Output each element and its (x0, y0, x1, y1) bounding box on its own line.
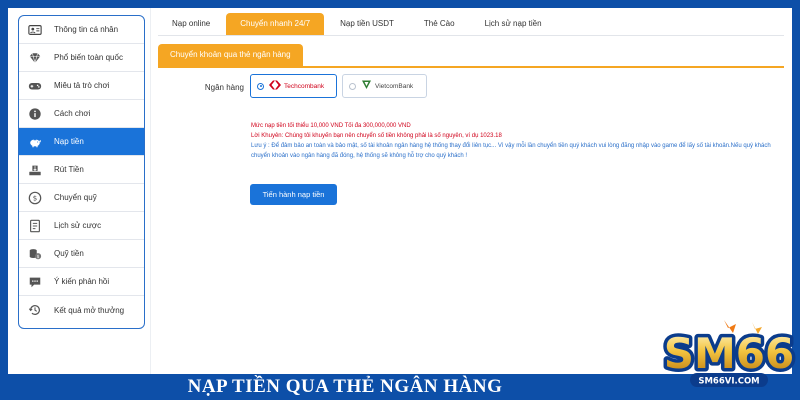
sidebar-item-deposit[interactable]: Nạp tiền (19, 128, 144, 156)
radio-unselected[interactable] (349, 82, 356, 90)
bank-option-techcombank[interactable]: Techcombank (250, 74, 337, 98)
sidebar-item-label: Cách chơi (54, 109, 91, 118)
sidebar-item-bet-history[interactable]: Lịch sử cược (19, 212, 144, 240)
bank-name: VietcomBank (375, 82, 414, 90)
sidebar-item-label: Nạp tiền (54, 137, 84, 146)
logo-url: SM66VI.COM (698, 377, 759, 387)
sidebar: Thông tin cá nhân Phổ biến toàn quốc Miê… (18, 15, 145, 329)
user-card-icon (28, 23, 42, 37)
submit-deposit-button[interactable]: Tiến hành nạp tiền (250, 184, 337, 205)
deposit-advice-text: Lời Khuyên: Chúng tôi khuyến bạn nên chu… (251, 133, 502, 139)
sidebar-item-label: Lịch sử cược (54, 221, 102, 230)
sidebar-item-withdraw[interactable]: Rút Tiền (19, 156, 144, 184)
piggy-bank-icon (28, 135, 42, 149)
section-underline (158, 66, 784, 68)
sidebar-item-label: Rút Tiền (54, 165, 84, 174)
bank-field-label: Ngân hàng (204, 83, 244, 92)
bank-name: Techcombank (284, 82, 325, 90)
transfer-icon: $ (28, 191, 42, 205)
tab-fast-transfer[interactable]: Chuyển nhanh 24/7 (226, 13, 325, 35)
info-icon (28, 107, 42, 121)
section-title: Chuyển khoản qua thẻ ngân hàng (158, 44, 303, 66)
techcombank-logo-icon (269, 77, 281, 95)
page-caption: NẠP TIỀN QUA THẺ NGÂN HÀNG (187, 376, 503, 397)
clock-history-icon (28, 303, 42, 317)
svg-text:$: $ (33, 194, 37, 202)
diamond-icon (28, 51, 42, 65)
sidebar-item-label: Phổ biến toàn quốc (54, 53, 123, 62)
gamepad-icon (28, 79, 42, 93)
sidebar-item-results[interactable]: Kết quả mở thưởng (19, 296, 144, 324)
brand-logo: SM66 SM66 SM66VI.COM (660, 318, 798, 396)
sidebar-item-promotion[interactable]: Phổ biến toàn quốc (19, 44, 144, 72)
sidebar-item-label: Chuyển quỹ (54, 193, 97, 202)
sidebar-item-label: Thông tin cá nhân (54, 25, 119, 34)
sidebar-item-how-to-play[interactable]: Cách chơi (19, 100, 144, 128)
bank-option-vietcombank[interactable]: VietcomBank (342, 74, 427, 98)
tab-usdt-deposit[interactable]: Nạp tiền USDT (326, 13, 408, 35)
sidebar-item-feedback[interactable]: Ý kiến phản hồi (19, 268, 144, 296)
history-doc-icon (28, 219, 42, 233)
coins-icon: $ (28, 247, 42, 261)
deposit-tabs: Nạp online Chuyển nhanh 24/7 Nạp tiền US… (158, 13, 558, 35)
svg-text:$: $ (37, 253, 40, 259)
deposit-limit-text: Mức nạp tiền tối thiểu 10,000 VND Tối đa… (251, 123, 411, 129)
sidebar-item-label: Quỹ tiền (54, 249, 84, 258)
logo-wordmark: SM66 (664, 329, 795, 378)
tab-deposit-history[interactable]: Lịch sử nạp tiền (471, 13, 556, 35)
deposit-warning-text: Lưu ý : Để đảm bảo an toàn và bảo mật, s… (251, 143, 771, 159)
deposit-notes: Mức nạp tiền tối thiểu 10,000 VND Tối đa… (251, 121, 781, 161)
tab-scratch-card[interactable]: Thẻ Cào (410, 13, 469, 35)
feedback-icon (28, 275, 42, 289)
sidebar-item-label: Ý kiến phản hồi (54, 277, 110, 286)
sidebar-item-label: Miêu tả trò chơi (54, 81, 110, 90)
tab-underline (158, 35, 784, 36)
sidebar-item-profile[interactable]: Thông tin cá nhân (19, 16, 144, 44)
sidebar-item-fund[interactable]: $ Quỹ tiền (19, 240, 144, 268)
radio-selected[interactable] (257, 82, 264, 90)
sidebar-item-transfer[interactable]: $ Chuyển quỹ (19, 184, 144, 212)
withdraw-icon (28, 163, 42, 177)
vietcombank-logo-icon (361, 77, 372, 95)
sidebar-item-game-description[interactable]: Miêu tả trò chơi (19, 72, 144, 100)
tab-online-deposit[interactable]: Nạp online (158, 13, 224, 35)
sidebar-item-label: Kết quả mở thưởng (54, 305, 125, 315)
divider (150, 8, 151, 374)
